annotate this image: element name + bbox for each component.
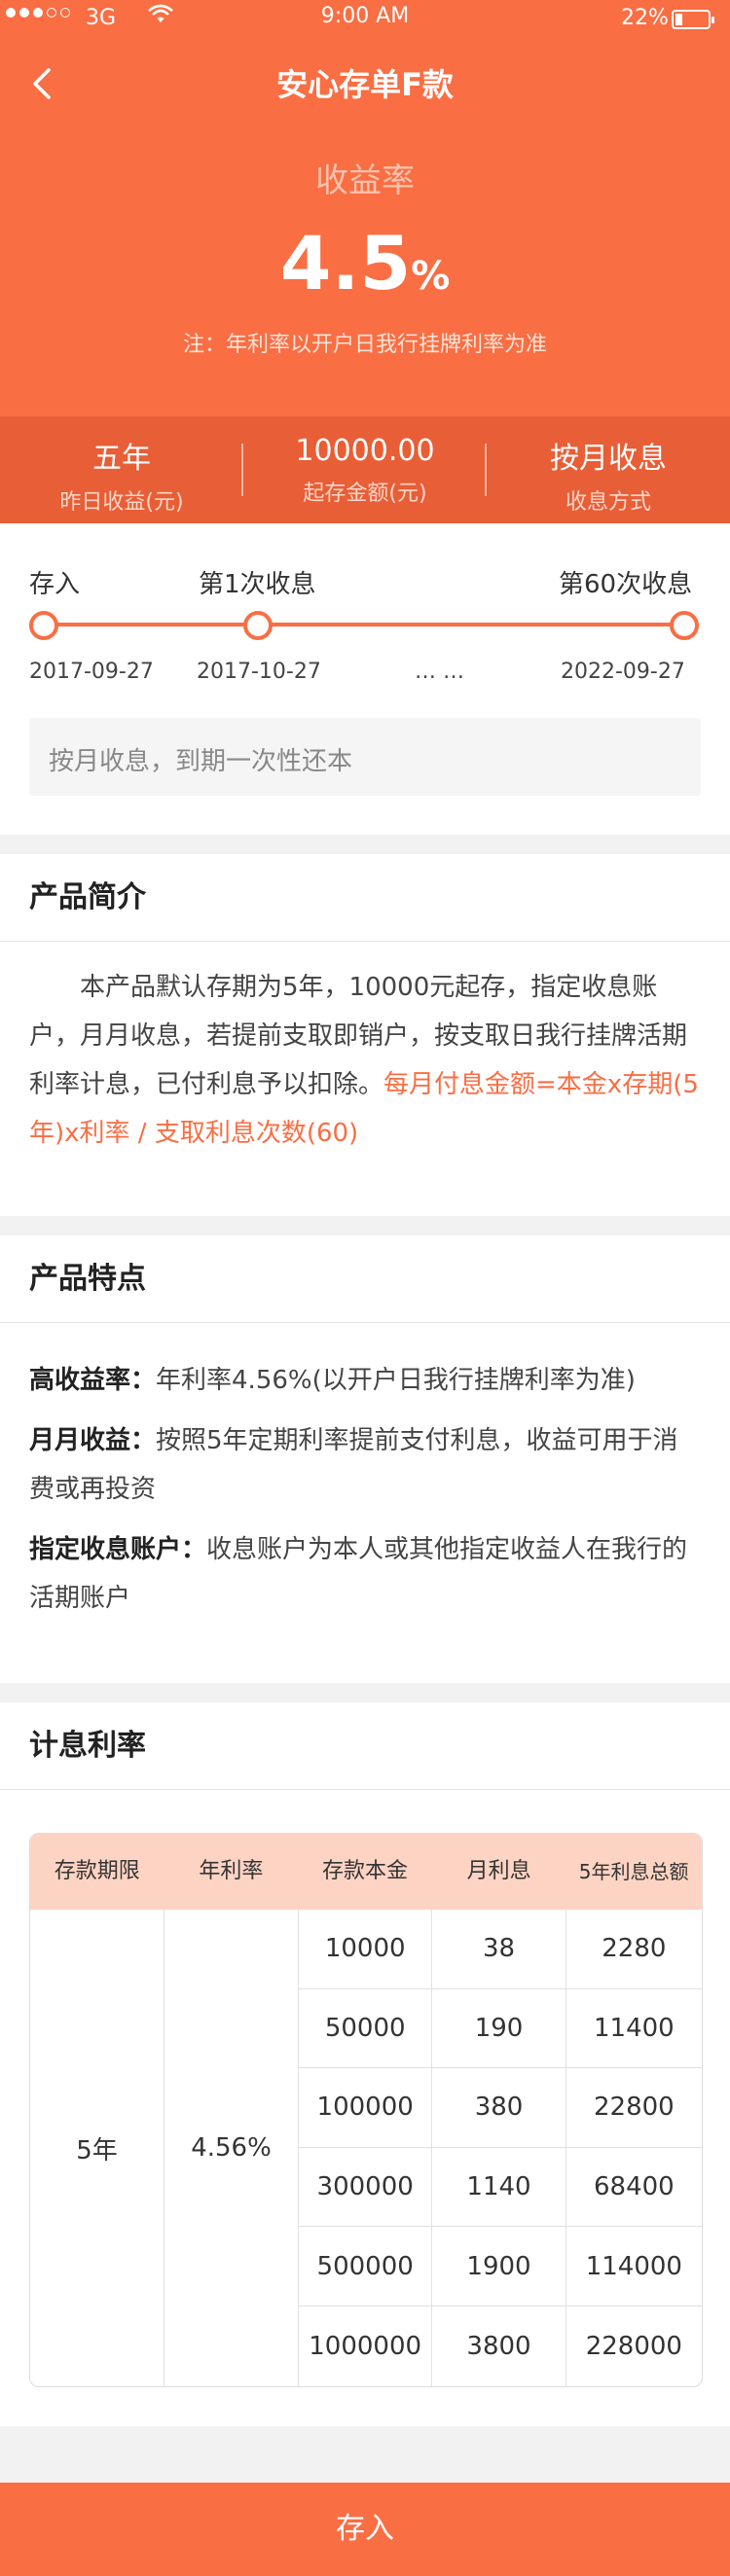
rate-table: 存款期限 年利率 存款本金 月利息 5年利息总额 5年 4.56% 10000 …	[29, 1833, 703, 2387]
timeline-label-first: 第1次收息	[199, 570, 316, 599]
section-title: 产品特点	[0, 1235, 730, 1323]
status-bar: 3G 9:00 AM 22%	[0, 0, 730, 39]
annual-rate-cell: 4.56%	[164, 1910, 299, 2386]
monthly-interest-cell: 190	[432, 1988, 566, 2068]
timeline-node	[243, 611, 273, 640]
principal-cell: 100000	[299, 2068, 433, 2147]
monthly-interest-cell: 380	[432, 2068, 566, 2147]
summary-label: 昨日收益(元)	[59, 490, 184, 515]
principal-cell: 1000000	[299, 2306, 433, 2386]
battery-percent: 22%	[621, 6, 669, 30]
intro-text: 本产品默认存期为5年，10000元起存，指定收息账户，月月收息，若提前支取即销户…	[29, 963, 701, 1158]
timeline-date: 2022-09-27	[561, 660, 685, 684]
feature-desc: 年利率4.56%(以开户日我行挂牌利率为准)	[156, 1366, 636, 1395]
header-annual-rate: 年利率	[199, 1859, 264, 1883]
feature-item: 指定收息账户：收息账户为本人或其他指定收益人在我行的活期账户	[29, 1525, 701, 1623]
term-cell: 5年	[30, 1910, 164, 2386]
summary-label: 收息方式	[565, 490, 651, 515]
summary-value: 按月收息	[550, 442, 667, 476]
total-interest-cell: 11400	[593, 2013, 675, 2043]
monthly-interest-cell: 3800	[432, 2306, 566, 2386]
table-body: 5年 4.56% 10000 38 2280 50000 190 11400 1…	[30, 1910, 702, 2386]
timeline-ellipsis: … …	[415, 660, 464, 684]
deposit-button[interactable]: 存入	[0, 2483, 730, 2576]
summary-min-amount: 10000.00 起存金额(元)	[243, 416, 487, 523]
table-row: 50000 190 11400	[299, 1988, 702, 2069]
header-total-interest: 5年利息总额	[578, 1860, 689, 1883]
timeline-date: 2017-10-27	[197, 660, 321, 684]
timeline-line	[43, 623, 685, 626]
summary-value: 10000.00	[295, 434, 435, 468]
table-rows: 10000 38 2280 50000 190 11400 100000 380…	[299, 1910, 702, 2386]
nav-bar: 安心存单F款	[0, 47, 730, 121]
rate-note: 注：年利率以开户日我行挂牌利率为准	[182, 333, 547, 357]
principal-cell: 50000	[299, 1988, 433, 2068]
timeline-card: 存入 第1次收息 第60次收息 2017-09-27 2017-10-27 … …	[0, 523, 730, 835]
timeline-node	[670, 611, 699, 640]
rate-unit: %	[411, 254, 451, 299]
total-interest-cell: 2280	[602, 1934, 667, 1964]
summary-term: 五年 昨日收益(元)	[0, 416, 243, 523]
total-interest-cell: 22800	[593, 2093, 675, 2123]
feature-name: 指定收息账户：	[29, 1535, 207, 1564]
header-monthly-interest: 月利息	[466, 1859, 531, 1883]
rate-number: 4.5	[279, 220, 412, 306]
hero-header: 3G 9:00 AM 22% 安心存单F款 收益率 4.5% 注：年利率以开户日…	[0, 0, 730, 416]
timeline-node	[29, 611, 58, 640]
section-title: 计息利率	[0, 1702, 730, 1790]
feature-item: 高收益率：年利率4.56%(以开户日我行挂牌利率为准)	[29, 1356, 701, 1405]
rates-section: 计息利率 存款期限 年利率 存款本金 月利息 5年利息总额 5年 4.56% 1…	[0, 1702, 730, 2426]
summary-value: 五年	[92, 442, 151, 476]
principal-cell: 500000	[299, 2227, 433, 2306]
table-header: 存款期限 年利率 存款本金 月利息 5年利息总额	[30, 1834, 702, 1910]
total-interest-cell: 68400	[593, 2172, 675, 2202]
timeline-label-deposit: 存入	[29, 570, 81, 599]
feature-name: 月月收益：	[29, 1426, 157, 1455]
intro-body: 本产品默认存期为5年，10000元起存，指定收息账户，月月收息，若提前支取即销户…	[0, 942, 730, 1158]
feature-item: 月月收益：按照5年定期利率提前支付利息，收益可用于消费或再投资	[29, 1416, 701, 1514]
principal-cell: 10000	[299, 1910, 433, 1988]
section-title: 产品简介	[0, 854, 730, 942]
summary-interest-method: 按月收息 收息方式	[487, 416, 730, 523]
table-row: 300000 1140 68400	[299, 2147, 702, 2228]
header-term: 存款期限	[54, 1859, 140, 1883]
table-row: 100000 380 22800	[299, 2068, 702, 2148]
rate-label: 收益率	[315, 161, 415, 200]
total-interest-cell: 114000	[585, 2251, 682, 2281]
monthly-interest-cell: 1140	[432, 2147, 566, 2227]
timeline-date: 2017-09-27	[29, 660, 154, 684]
intro-section: 产品简介 本产品默认存期为5年，10000元起存，指定收息账户，月月收息，若提前…	[0, 854, 730, 1216]
total-interest-cell: 228000	[585, 2331, 682, 2361]
monthly-interest-cell: 38	[432, 1910, 566, 1988]
page-title: 安心存单F款	[276, 66, 454, 103]
table-row: 500000 1900 114000	[299, 2227, 702, 2307]
summary-label: 起存金额(元)	[303, 482, 427, 506]
table-row: 10000 38 2280	[299, 1910, 702, 1989]
features-body: 高收益率：年利率4.56%(以开户日我行挂牌利率为准) 月月收益：按照5年定期利…	[0, 1323, 730, 1623]
battery-icon	[672, 10, 714, 29]
monthly-interest-cell: 1900	[432, 2227, 566, 2306]
timeline-label-last: 第60次收息	[559, 570, 693, 599]
features-section: 产品特点 高收益率：年利率4.56%(以开户日我行挂牌利率为准) 月月收益：按照…	[0, 1235, 730, 1683]
header-principal: 存款本金	[321, 1859, 408, 1883]
summary-strip: 五年 昨日收益(元) 10000.00 起存金额(元) 按月收息 收息方式	[0, 416, 730, 523]
principal-cell: 300000	[299, 2147, 433, 2227]
rate-value: 4.5%	[0, 220, 730, 306]
timeline-note: 按月收息，到期一次性还本	[29, 718, 701, 796]
table-row: 1000000 3800 228000	[299, 2306, 702, 2386]
feature-name: 高收益率：	[29, 1366, 157, 1395]
